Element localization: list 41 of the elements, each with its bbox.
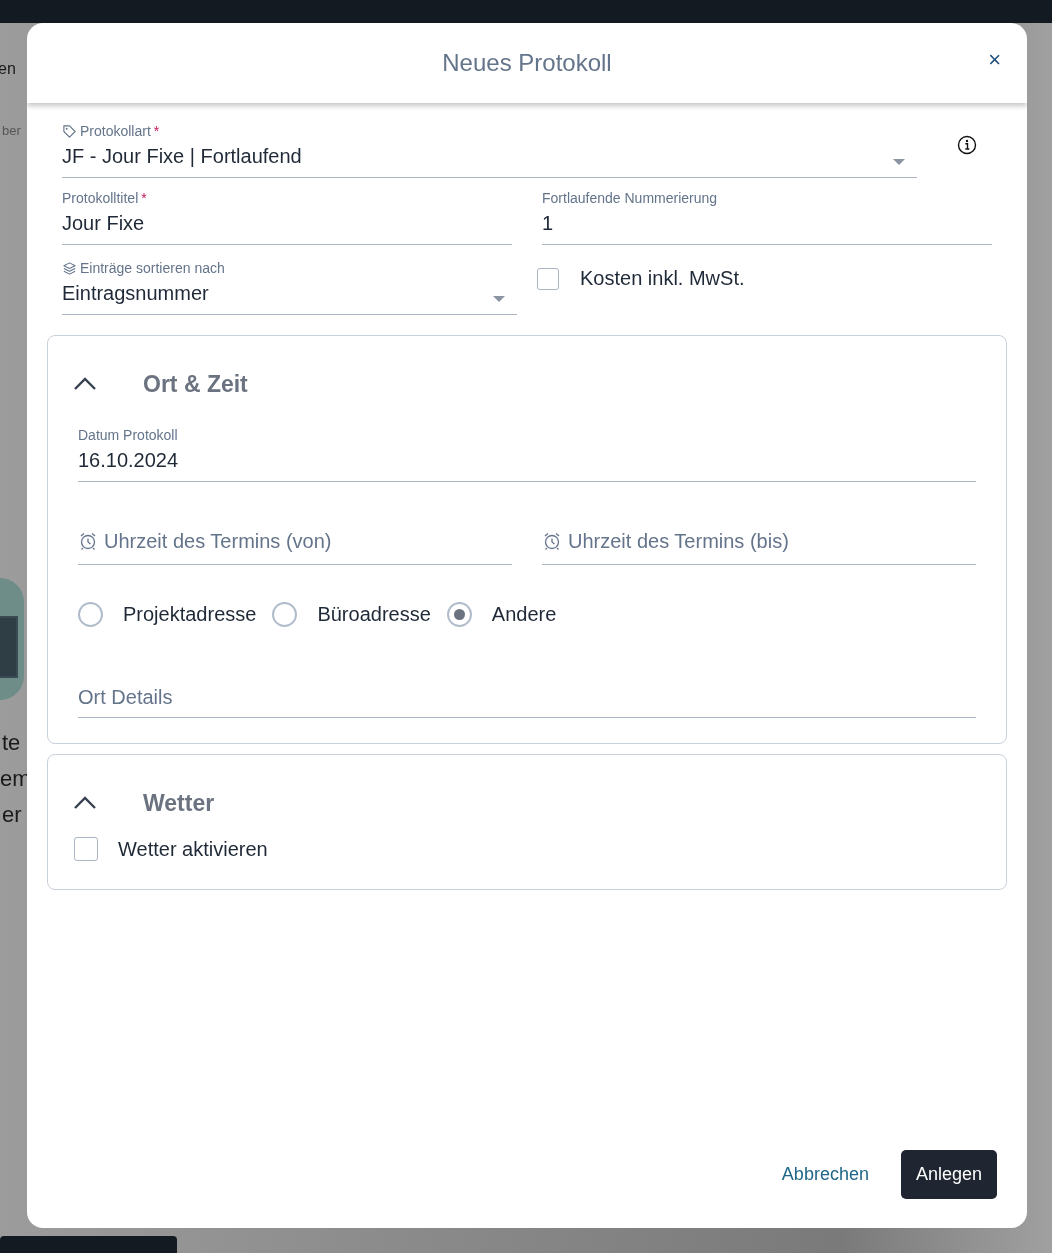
section-title: Wetter [143,789,215,817]
background-text: ber [2,123,21,138]
numbering-field[interactable]: Fortlaufende Nummerierung 1 [542,190,992,245]
alarm-clock-icon [542,531,562,551]
alarm-clock-icon [78,531,98,551]
info-icon[interactable] [957,135,977,155]
checkbox-label: Kosten inkl. MwSt. [580,267,745,290]
radio-button[interactable] [446,602,472,627]
layers-icon [62,260,77,276]
tag-icon [62,123,77,139]
field-label: Protokolltitel * [62,190,148,206]
field-label: Datum Protokoll [78,427,179,443]
date-field[interactable]: Datum Protokoll 16.10.2024 [78,427,976,482]
field-label: Fortlaufende Nummerierung [542,190,719,206]
protocol-type-select[interactable]: Protokollart * JF - Jour Fixe | Fortlaufend [62,123,917,178]
checkbox-label: Wetter aktivieren [118,837,268,861]
dropdown-caret-icon [893,159,905,165]
time-from-field[interactable]: Uhrzeit des Termins (von) [78,518,512,565]
radio-label: Andere [491,603,557,626]
checkbox[interactable] [74,837,98,861]
chevron-icon[interactable] [73,796,97,810]
radio-button[interactable] [272,602,298,627]
radio-label: Büroadresse [317,603,431,626]
dropdown-caret-icon [493,296,505,302]
protocol-title-field[interactable]: Protokolltitel * Jour Fixe [62,190,512,245]
cancel-button[interactable]: Abbrechen [781,1156,869,1193]
radio-label: Projektadresse [123,603,257,626]
field-label: Protokollart * [62,123,917,139]
radio-button[interactable] [78,602,103,627]
background-text: er [2,802,22,828]
chevron-icon[interactable] [73,377,97,391]
sort-select[interactable]: Einträge sortieren nach Eintragsnummer [62,260,517,315]
dialog-title: Neues Protokoll [442,49,612,77]
background-text: te [2,730,21,756]
checkbox[interactable] [537,267,559,290]
create-button[interactable]: Anlegen [900,1150,997,1199]
time-to-field[interactable]: Uhrzeit des Termins (bis) [542,518,976,565]
location-details-field[interactable]: Ort Details [78,677,976,718]
section-title: Ort & Zeit [143,370,248,398]
close-button[interactable]: × [984,45,1005,75]
field-label: Einträge sortieren nach [62,260,517,276]
